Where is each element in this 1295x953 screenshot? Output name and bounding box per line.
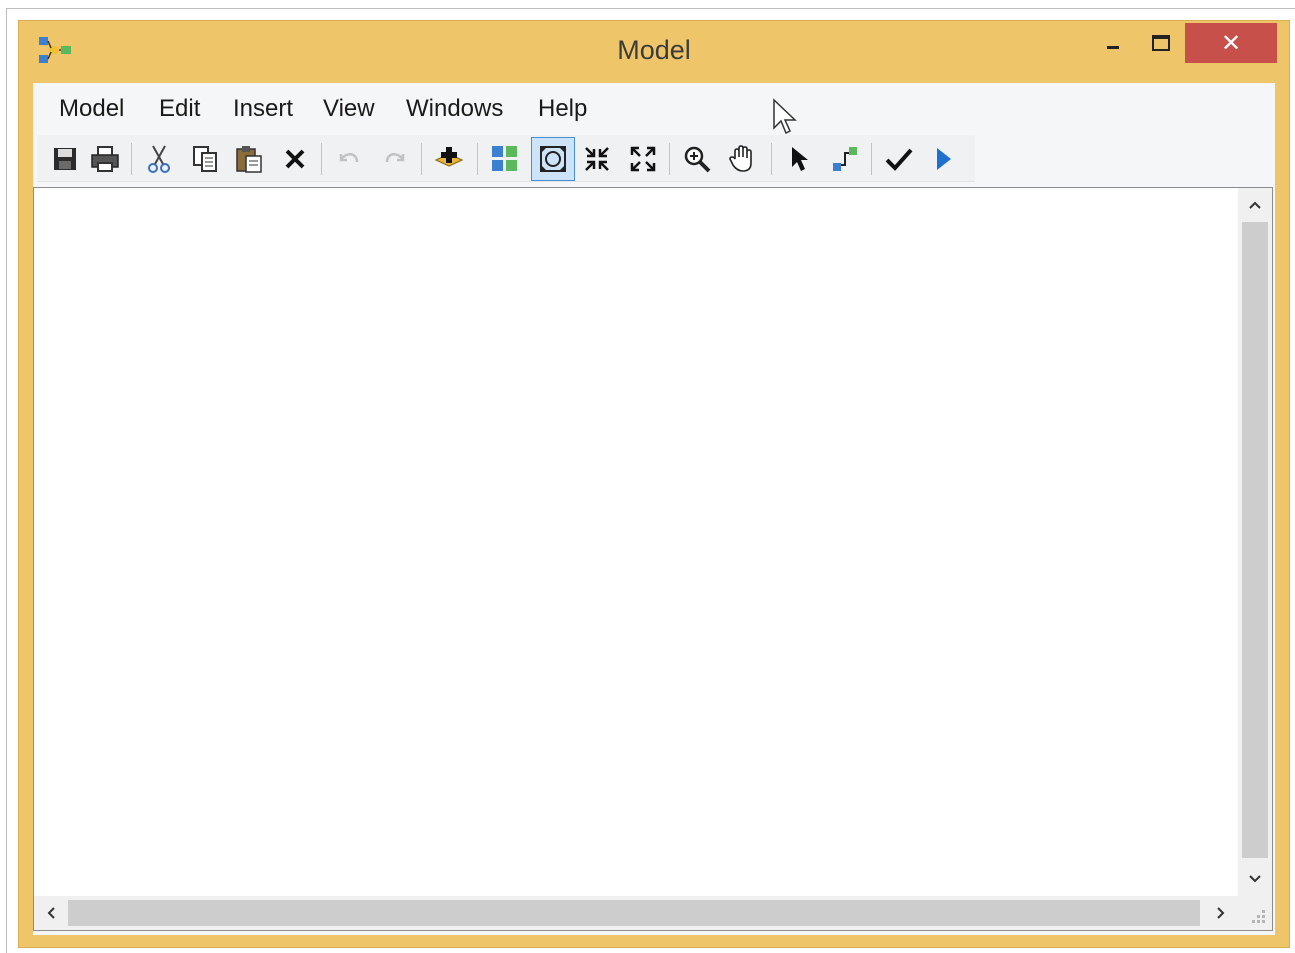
menu-bar: Model Edit Insert View Windows Help: [33, 83, 1275, 133]
model-window: Model ✕ Model Edit Insert View Windows H…: [18, 20, 1290, 948]
menu-insert[interactable]: Insert: [233, 95, 293, 123]
chevron-left-icon: [47, 907, 55, 919]
toolbar-separator: [131, 143, 132, 175]
print-icon[interactable]: [87, 141, 123, 177]
toolbar-separator: [321, 143, 322, 175]
window-client: Model Edit Insert View Windows Help: [33, 83, 1275, 935]
close-icon: ✕: [1220, 29, 1242, 57]
mouse-cursor-icon: [772, 98, 800, 143]
scroll-down-button[interactable]: [1238, 862, 1272, 896]
toolbar-separator: [669, 143, 670, 175]
vertical-scroll-thumb[interactable]: [1242, 222, 1268, 858]
toolbar: [37, 135, 975, 182]
fixed-zoom-out-icon[interactable]: [625, 141, 661, 177]
menu-model[interactable]: Model: [59, 95, 124, 123]
pan-icon[interactable]: [725, 141, 761, 177]
model-canvas[interactable]: [33, 187, 1273, 931]
redo-icon[interactable]: [377, 141, 413, 177]
menu-view[interactable]: View: [323, 95, 375, 123]
copy-icon[interactable]: [187, 141, 223, 177]
resize-grip[interactable]: [1238, 896, 1272, 930]
close-button[interactable]: ✕: [1185, 23, 1277, 63]
desktop-edge-left: [6, 8, 7, 953]
title-bar[interactable]: Model ✕: [19, 21, 1289, 83]
menu-windows[interactable]: Windows: [406, 95, 503, 123]
full-extent-icon[interactable]: [531, 137, 575, 181]
minimize-icon: [1107, 46, 1119, 49]
chevron-down-icon: [1249, 875, 1261, 883]
validate-icon[interactable]: [881, 141, 917, 177]
vertical-scrollbar[interactable]: [1238, 188, 1272, 896]
add-data-icon[interactable]: [431, 141, 467, 177]
scroll-left-button[interactable]: [34, 896, 68, 930]
menu-edit[interactable]: Edit: [159, 95, 200, 123]
horizontal-scroll-thumb[interactable]: [68, 900, 1200, 926]
save-icon[interactable]: [47, 141, 83, 177]
toolbar-separator: [871, 143, 872, 175]
minimize-button[interactable]: [1089, 23, 1137, 63]
auto-layout-icon[interactable]: [487, 141, 523, 177]
chevron-right-icon: [1217, 907, 1225, 919]
chevron-up-icon: [1249, 201, 1261, 209]
cut-icon[interactable]: [141, 141, 177, 177]
desktop-edge-top: [6, 8, 1295, 9]
horizontal-scrollbar[interactable]: [34, 896, 1238, 930]
maximize-icon: [1152, 35, 1170, 51]
run-icon[interactable]: [925, 141, 961, 177]
scroll-up-button[interactable]: [1238, 188, 1272, 222]
select-icon[interactable]: [781, 141, 817, 177]
undo-icon[interactable]: [331, 141, 367, 177]
paste-icon[interactable]: [231, 141, 267, 177]
toolbar-separator: [477, 143, 478, 175]
zoom-icon[interactable]: [679, 141, 715, 177]
grip-icon: [1252, 910, 1265, 923]
scroll-right-button[interactable]: [1204, 896, 1238, 930]
toolbar-separator: [421, 143, 422, 175]
maximize-button[interactable]: [1137, 23, 1185, 63]
fixed-zoom-in-icon[interactable]: [579, 141, 615, 177]
connect-icon[interactable]: [827, 141, 863, 177]
delete-icon[interactable]: [277, 141, 313, 177]
menu-help[interactable]: Help: [538, 95, 587, 123]
toolbar-separator: [771, 143, 772, 175]
